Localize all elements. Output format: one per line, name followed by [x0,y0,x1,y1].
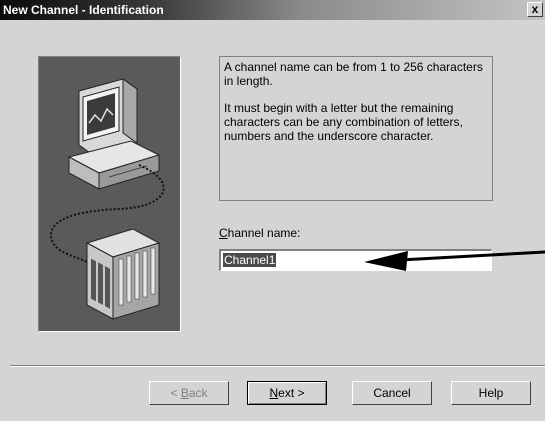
plc-rack-icon [85,228,161,320]
illustration-art [49,78,165,320]
next-button[interactable]: Next > [247,381,327,405]
next-mnemonic: N [269,386,279,400]
back-button[interactable]: < Back [149,381,229,405]
next-label: ext > [278,386,305,400]
close-button[interactable]: x [527,2,543,17]
instructions-length: A channel name can be from 1 to 256 char… [224,60,483,88]
channel-name-label-text: hannel name: [227,226,301,240]
cancel-button[interactable]: Cancel [352,381,432,405]
pointer-arrow-icon [364,250,545,271]
title-bar[interactable]: New Channel - Identification x [0,0,545,20]
button-separator [10,365,545,367]
back-mnemonic: B [180,386,189,400]
new-channel-dialog: New Channel - Identification x A channel… [0,0,545,421]
close-icon: x [531,2,539,16]
computer-icon [67,78,161,190]
dialog-title: New Channel - Identification [3,3,164,17]
back-prefix: < [170,386,181,400]
channel-name-mnemonic: C [219,226,228,240]
wizard-illustration [38,56,181,332]
channel-name-value: Channel1 [223,253,277,267]
back-label: ack [188,386,208,400]
channel-name-instructions: A channel name can be from 1 to 256 char… [219,56,493,201]
help-button[interactable]: Help [451,381,531,405]
channel-name-label: Channel name: [219,226,300,240]
instructions-rules: It must begin with a letter but the rema… [224,101,463,143]
